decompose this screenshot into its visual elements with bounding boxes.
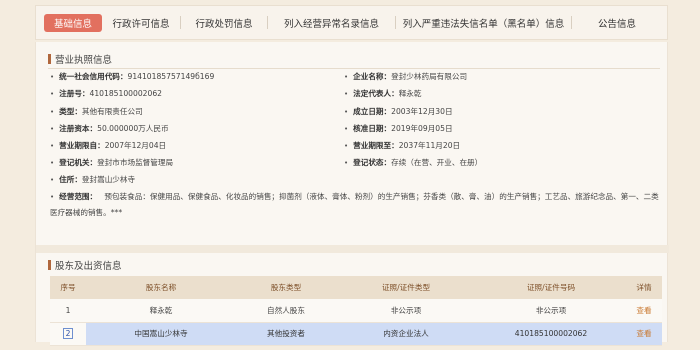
column-header: 序号	[60, 283, 76, 292]
bullet-icon: •	[344, 158, 349, 167]
section-accent-bar	[48, 260, 51, 270]
field-label: 住所：	[59, 175, 82, 184]
field-type: • 类型： 其他有限责任公司	[50, 106, 143, 117]
bullet-icon: •	[344, 124, 349, 133]
license-section-title: 营业执照信息	[48, 52, 112, 66]
field-value: 其他有限责任公司	[81, 107, 143, 116]
field-term-to: • 营业期限至： 2037年11月20日	[344, 140, 460, 151]
column-header: 股东名称	[145, 283, 177, 292]
table-cell: 自然人股东	[267, 305, 305, 315]
bullet-icon: •	[344, 141, 349, 150]
tab-announcements[interactable]: 公告信息	[572, 6, 662, 39]
bullet-icon: •	[344, 107, 349, 116]
field-value: 91410185757149б169	[127, 72, 215, 81]
table-cell: 其他投资者	[236, 322, 336, 345]
bullet-icon: •	[50, 141, 55, 150]
table-cell: 非公示项	[390, 305, 422, 315]
field-value: 2003年12月30日	[391, 107, 453, 116]
bullet-icon: •	[344, 72, 349, 81]
field-label: 企业名称：	[353, 72, 392, 81]
field-label: 核准日期：	[353, 124, 392, 133]
bullet-icon: •	[50, 72, 55, 81]
field-legal-representative: • 法定代表人： 释永乾	[344, 88, 421, 99]
field-value: 50.000000万人民币	[97, 124, 169, 133]
field-value: 登封少林药局有限公司	[391, 72, 468, 81]
table-row: 2 中国嵩山少林寺 其他投资者 内资企业法人 410185100002062 查…	[50, 322, 662, 345]
bullet-icon: •	[50, 89, 55, 98]
table-cell: 中国嵩山少林寺	[86, 322, 236, 345]
field-label: 营业期限至：	[353, 141, 399, 150]
detail-link-label[interactable]: 查看	[636, 329, 651, 338]
table-row: 1 释永乾 自然人股东 非公示项 非公示项 查看	[50, 299, 662, 322]
field-label: 注册资本：	[59, 124, 98, 133]
field-label: 统一社会信用代码：	[59, 72, 128, 81]
field-business-scope: • 经营范围： 预包装食品：保健用品、保健食品、化妆品的销售；抑菌剂（液体、膏体、…	[50, 189, 660, 221]
table-cell: 释永乾	[149, 305, 173, 315]
row-number: 2	[62, 328, 74, 339]
tab-bar: 基础信息 行政许可信息 行政处罚信息 列入经营异常名录信息 列入严重违法失信名单…	[35, 5, 668, 40]
field-value: 登封市市场监督管理局	[97, 158, 174, 167]
tab-blacklist[interactable]: 列入严重违法失信名单（黑名单）信息	[396, 6, 571, 39]
field-value: 登封嵩山少林寺	[81, 175, 136, 184]
field-label: 经营范围：	[59, 192, 98, 201]
bullet-icon: •	[50, 175, 55, 184]
field-label: 营业期限自：	[59, 141, 105, 150]
shareholders-section-label: 股东及出资信息	[55, 261, 122, 272]
table-cell: 2	[50, 322, 86, 345]
license-section-label: 营业执照信息	[55, 55, 113, 66]
tab-basic-info[interactable]: 基础信息	[44, 13, 102, 32]
bullet-icon: •	[50, 193, 55, 201]
section-gap	[36, 245, 669, 253]
field-value: 存续（在营、开业、在册）	[391, 158, 483, 167]
field-value: 预包装食品：保健用品、保健食品、化妆品的销售；抑菌剂（液体、膏体、粉剂）的生产销…	[50, 192, 659, 217]
column-header: 证照/证件号码	[526, 283, 576, 292]
field-approval-date: • 核准日期： 2019年09月05日	[344, 123, 453, 134]
bullet-icon: •	[50, 158, 55, 167]
table-header-row: 序号 股东名称 股东类型 证照/证件类型 证照/证件号码 详情	[50, 276, 662, 299]
field-label: 登记机关：	[59, 158, 98, 167]
field-registration-status: • 登记状态： 存续（在营、开业、在册）	[344, 157, 482, 168]
field-reg-number: • 注册号： 410185100002062	[50, 88, 162, 99]
field-credit-code: • 统一社会信用代码： 91410185757149б169	[50, 71, 214, 82]
table-cell: 1	[65, 305, 71, 315]
tab-admin-license[interactable]: 行政许可信息	[102, 6, 180, 39]
tab-admin-penalty[interactable]: 行政处罚信息	[181, 6, 267, 39]
field-value: 释永乾	[398, 89, 422, 98]
table-cell: 410185100002062	[476, 322, 626, 345]
field-label: 注册号：	[59, 89, 90, 98]
shareholders-table: 序号 股东名称 股东类型 证照/证件类型 证照/证件号码 详情 1 释永乾 自然…	[50, 276, 662, 346]
detail-link-label[interactable]: 查看	[636, 306, 651, 315]
field-registration-authority: • 登记机关： 登封市市场监督管理局	[50, 157, 173, 168]
table-cell: 内资企业法人	[336, 322, 476, 345]
detail-link[interactable]: 查看	[626, 322, 662, 345]
field-address: • 住所： 登封嵩山少林寺	[50, 174, 135, 185]
detail-link[interactable]: 查看	[626, 299, 662, 322]
field-company-name: • 企业名称： 登封少林药局有限公司	[344, 71, 467, 82]
content-card: 营业执照信息 • 统一社会信用代码： 91410185757149б169 • …	[35, 42, 669, 345]
field-value: 410185100002062	[89, 89, 162, 98]
field-label: 登记状态：	[353, 158, 392, 167]
field-registered-capital: • 注册资本： 50.000000万人民币	[50, 123, 169, 134]
field-value: 2007年12月04日	[104, 141, 167, 150]
field-label: 成立日期：	[353, 107, 392, 116]
bullet-icon: •	[50, 107, 55, 116]
column-header: 证照/证件类型	[381, 283, 431, 292]
column-header: 详情	[636, 283, 652, 292]
section-accent-bar	[48, 54, 51, 64]
field-label: 类型：	[59, 107, 82, 116]
bullet-icon: •	[50, 124, 55, 133]
shareholders-section-title: 股东及出资信息	[48, 258, 122, 272]
field-label: 法定代表人：	[353, 89, 399, 98]
column-header: 股东类型	[270, 283, 302, 292]
table-cell: 非公示项	[535, 305, 567, 315]
bullet-icon: •	[344, 89, 349, 98]
tab-abnormal-list[interactable]: 列入经营异常名录信息	[268, 6, 395, 39]
field-value: 2019年09月05日	[391, 124, 453, 133]
field-established-date: • 成立日期： 2003年12月30日	[344, 106, 453, 117]
field-value: 2037年11月20日	[398, 141, 461, 150]
section-divider	[48, 68, 660, 69]
field-term-from: • 营业期限自： 2007年12月04日	[50, 140, 166, 151]
